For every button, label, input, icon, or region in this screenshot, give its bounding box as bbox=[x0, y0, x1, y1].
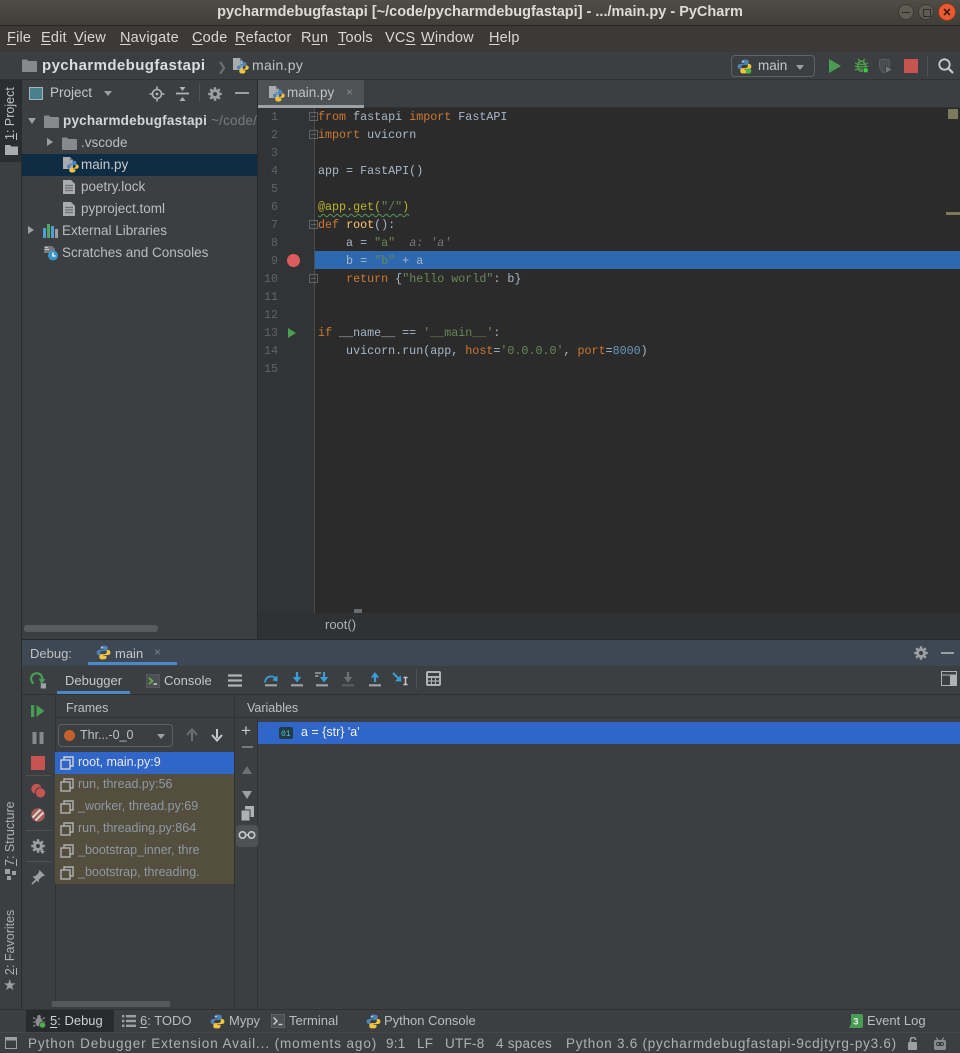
svg-text:3: 3 bbox=[853, 1017, 858, 1028]
svg-text:01: 01 bbox=[281, 730, 291, 739]
